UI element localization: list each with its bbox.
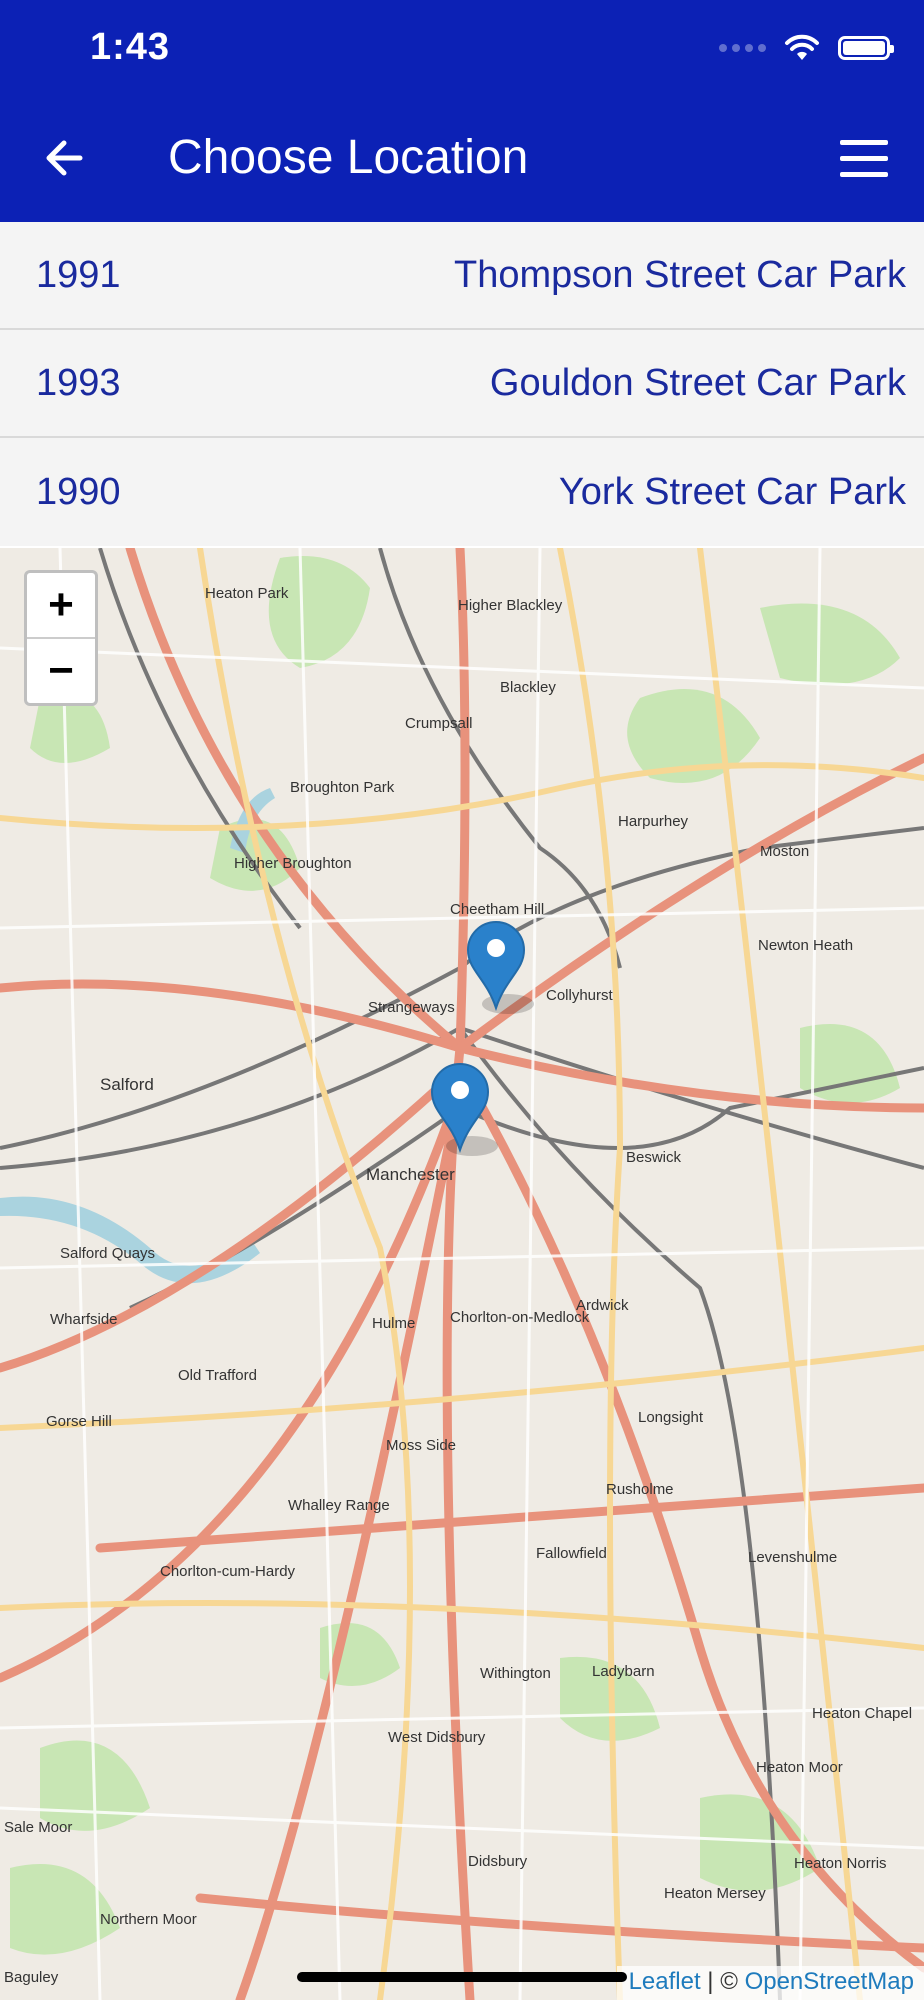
map-label: Gorse Hill bbox=[46, 1413, 112, 1430]
map-label: Strangeways bbox=[368, 999, 455, 1016]
zoom-out-button[interactable]: − bbox=[27, 639, 95, 703]
status-time: 1:43 bbox=[90, 26, 171, 68]
app-header: 1:43 Choose Location bbox=[0, 0, 924, 222]
location-item[interactable]: 1991 Thompson Street Car Park bbox=[0, 222, 924, 330]
zoom-control: + − bbox=[24, 570, 98, 706]
location-id: 1993 bbox=[36, 361, 121, 404]
map-label: Whalley Range bbox=[288, 1497, 390, 1514]
location-item[interactable]: 1993 Gouldon Street Car Park bbox=[0, 330, 924, 438]
map-label: Moss Side bbox=[386, 1437, 456, 1454]
leaflet-link[interactable]: Leaflet bbox=[629, 1968, 701, 1995]
page-title: Choose Location bbox=[168, 131, 529, 184]
map-label: Crumpsall bbox=[405, 715, 473, 732]
map-view[interactable]: Heaton Park Higher Blackley Blackley Cru… bbox=[0, 548, 924, 2000]
map-label: Heaton Moor bbox=[756, 1759, 843, 1776]
map-label: Chorlton-on-Medlock bbox=[450, 1309, 590, 1326]
home-indicator bbox=[297, 1972, 627, 1982]
map-label: Collyhurst bbox=[546, 987, 614, 1004]
map-label: Sale Moor bbox=[4, 1819, 72, 1836]
openstreetmap-link[interactable]: OpenStreetMap bbox=[745, 1968, 914, 1995]
map-label: Hulme bbox=[372, 1315, 415, 1332]
map-label: Rusholme bbox=[606, 1481, 674, 1498]
map-label: Broughton Park bbox=[290, 779, 395, 796]
location-name: York Street Car Park bbox=[558, 470, 906, 513]
map-label: Ladybarn bbox=[592, 1663, 655, 1680]
map-label: Heaton Norris bbox=[794, 1855, 887, 1872]
marker-collyhurst[interactable] bbox=[466, 921, 534, 1014]
map-label: Higher Blackley bbox=[458, 597, 563, 614]
map-attribution: Leaflet | © OpenStreetMap bbox=[616, 1966, 924, 2000]
map-label: Heaton Mersey bbox=[664, 1885, 766, 1902]
signal-icon bbox=[719, 44, 766, 52]
map-tiles[interactable]: Heaton Park Higher Blackley Blackley Cru… bbox=[0, 548, 924, 2000]
map-label: Chorlton-cum-Hardy bbox=[160, 1563, 296, 1580]
status-icons bbox=[719, 34, 894, 62]
map-label: Harpurhey bbox=[618, 813, 689, 830]
map-label: Heaton Chapel bbox=[812, 1705, 912, 1722]
map-label: Wharfside bbox=[50, 1311, 118, 1328]
back-button[interactable] bbox=[40, 132, 92, 184]
wifi-icon bbox=[785, 34, 819, 60]
map-label: Northern Moor bbox=[100, 1911, 197, 1928]
location-id: 1991 bbox=[36, 253, 121, 296]
location-item[interactable]: 1990 York Street Car Park bbox=[0, 438, 924, 546]
attribution-separator: | © bbox=[700, 1968, 745, 1995]
location-name: Thompson Street Car Park bbox=[454, 253, 906, 296]
map-label: Heaton Park bbox=[205, 585, 289, 602]
zoom-in-button[interactable]: + bbox=[27, 573, 95, 639]
map-label: Didsbury bbox=[468, 1853, 528, 1870]
map-label: Higher Broughton bbox=[234, 855, 352, 872]
location-id: 1990 bbox=[36, 470, 121, 513]
map-label: Salford Quays bbox=[60, 1245, 155, 1262]
map-label: Blackley bbox=[500, 679, 556, 696]
map-label: Fallowfield bbox=[536, 1545, 607, 1562]
map-label: Salford bbox=[100, 1075, 154, 1094]
map-label: Manchester bbox=[366, 1165, 455, 1184]
map-label: Withington bbox=[480, 1665, 551, 1682]
map-label: Beswick bbox=[626, 1149, 682, 1166]
map-label: Cheetham Hill bbox=[450, 901, 544, 918]
location-list: 1991 Thompson Street Car Park 1993 Gould… bbox=[0, 222, 924, 546]
map-label: Baguley bbox=[4, 1969, 59, 1986]
menu-button[interactable] bbox=[840, 140, 888, 180]
map-label: Old Trafford bbox=[178, 1367, 257, 1384]
location-name: Gouldon Street Car Park bbox=[489, 361, 906, 404]
arrow-left-icon bbox=[46, 140, 83, 176]
map-label: Longsight bbox=[638, 1409, 704, 1426]
map-label: Newton Heath bbox=[758, 937, 853, 954]
hamburger-icon bbox=[840, 140, 888, 145]
map-label: Moston bbox=[760, 843, 809, 860]
battery-icon bbox=[838, 36, 894, 60]
map-label: Levenshulme bbox=[748, 1549, 837, 1566]
map-label: West Didsbury bbox=[388, 1729, 486, 1746]
